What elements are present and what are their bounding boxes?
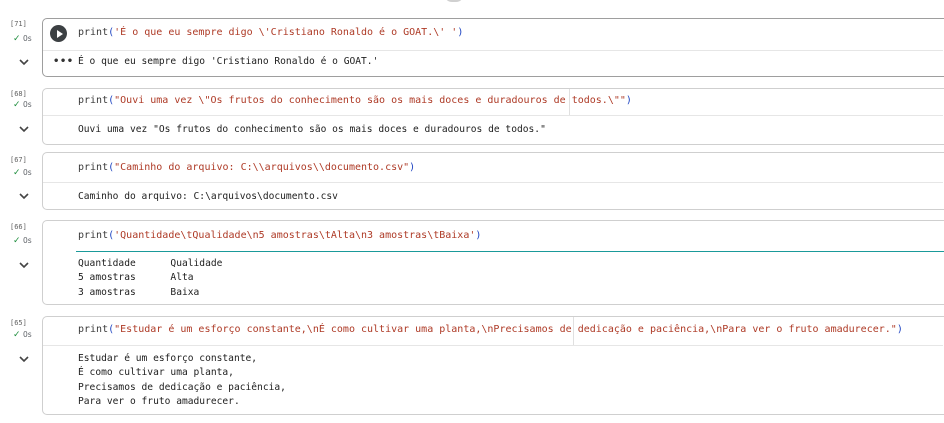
code-cell-71[interactable]: [71] ✓ 0s print('É o que eu sempre digo … bbox=[0, 18, 944, 78]
cell-output: É o que eu sempre digo 'Cristiano Ronald… bbox=[78, 56, 379, 67]
check-icon: ✓ bbox=[13, 236, 21, 246]
check-icon: ✓ bbox=[13, 168, 21, 178]
check-icon: ✓ bbox=[13, 100, 21, 110]
cell-output: Quantidade Qualidade 5 amostras Alta 3 a… bbox=[78, 258, 223, 298]
code-cell-67[interactable]: [67] ✓ 0s print("Caminho do arquivo: C:\… bbox=[0, 152, 944, 210]
execution-status: ✓ 0s bbox=[13, 168, 43, 178]
execution-status: ✓ 0s bbox=[13, 100, 43, 110]
execution-time: 0s bbox=[22, 236, 32, 245]
execution-count: [67] bbox=[10, 156, 27, 164]
chevron-down-icon[interactable] bbox=[18, 123, 30, 135]
execution-count: [71] bbox=[10, 20, 27, 28]
execution-count: [66] bbox=[10, 223, 27, 231]
cell-output: Estudar é um esforço constante, É como c… bbox=[78, 353, 286, 407]
execution-status: ✓ 0s bbox=[13, 34, 43, 44]
execution-time: 0s bbox=[22, 168, 32, 177]
execution-count: [65] bbox=[10, 319, 27, 327]
scroll-indicator bbox=[444, 0, 464, 2]
chevron-down-icon[interactable] bbox=[18, 353, 30, 365]
execution-time: 0s bbox=[22, 34, 32, 43]
code-editor[interactable]: print("Ouvi uma vez \"Os frutos do conhe… bbox=[78, 95, 632, 106]
cell-output: Caminho do arquivo: C:\arquivos\document… bbox=[78, 191, 338, 202]
code-editor[interactable]: print("Estudar é um esforço constante,\n… bbox=[78, 324, 903, 335]
cell-output: Ouvi uma vez "Os frutos do conhecimento … bbox=[78, 124, 546, 135]
code-cell-65[interactable]: [65] ✓ 0s print("Estudar é um esforço co… bbox=[0, 316, 944, 416]
output-divider bbox=[43, 115, 943, 116]
play-circle-icon[interactable] bbox=[50, 25, 67, 42]
code-cell-68[interactable]: [68] ✓ 0s print("Ouvi uma vez \"Os fruto… bbox=[0, 88, 944, 145]
output-divider bbox=[43, 345, 943, 346]
editor-focus-underline bbox=[76, 251, 944, 252]
chevron-down-icon[interactable] bbox=[18, 56, 30, 68]
code-editor[interactable]: print('Quantidade\tQualidade\n5 amostras… bbox=[78, 230, 481, 241]
code-cell-66[interactable]: [66] ✓ 0s print('Quantidade\tQualidade\n… bbox=[0, 220, 944, 306]
execution-count: [68] bbox=[10, 90, 27, 98]
check-icon: ✓ bbox=[13, 34, 21, 44]
code-editor[interactable]: print('É o que eu sempre digo \'Cristian… bbox=[78, 27, 463, 38]
check-icon: ✓ bbox=[13, 330, 21, 340]
chevron-down-icon[interactable] bbox=[18, 190, 30, 202]
execution-status: ✓ 0s bbox=[13, 330, 43, 340]
output-divider bbox=[43, 50, 943, 51]
execution-time: 0s bbox=[22, 100, 32, 109]
code-editor[interactable]: print("Caminho do arquivo: C:\\arquivos\… bbox=[78, 162, 415, 173]
more-horiz-icon[interactable]: ••• bbox=[53, 56, 74, 67]
chevron-down-icon[interactable] bbox=[18, 259, 30, 271]
execution-time: 0s bbox=[22, 330, 32, 339]
output-divider bbox=[43, 182, 943, 183]
execution-status: ✓ 0s bbox=[13, 236, 43, 246]
